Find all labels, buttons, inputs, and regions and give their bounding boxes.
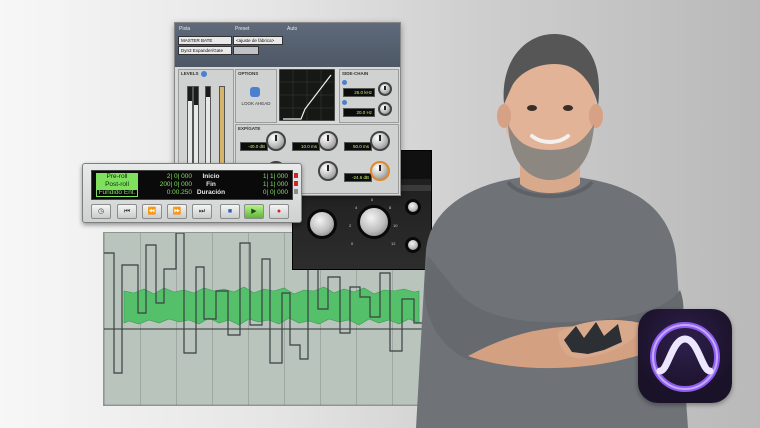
counter-row: Pre-roll 2| 0| 000 Inicio 1| 1| 000 <box>92 173 292 181</box>
record-icon: ● <box>276 208 282 215</box>
record-button[interactable]: ● <box>269 204 289 219</box>
scale-tick: 0 <box>351 241 354 246</box>
scale-tick: 10 <box>393 223 398 228</box>
go-to-end-icon: ⏭ <box>198 208 206 215</box>
fast-forward-button[interactable]: ⏩ <box>167 204 187 219</box>
counter-row: Fundido Ent. 0:00.250 Duración 0| 0| 000 <box>92 189 292 197</box>
compare-buttons[interactable] <box>233 46 259 55</box>
threshold-knob[interactable] <box>266 131 286 151</box>
fade-in-value[interactable]: 0:00.250 <box>140 189 192 197</box>
post-roll-toggle[interactable]: Post-roll <box>96 181 138 189</box>
options-panel: OPTIONS LOOK AHEAD <box>235 69 277 123</box>
rewind-button[interactable]: ⏪ <box>142 204 162 219</box>
play-button[interactable]: ▶ <box>244 204 264 219</box>
length-label: Duración <box>196 189 226 196</box>
scale-tick: 12 <box>391 241 396 246</box>
auto-label: Auto <box>287 26 298 32</box>
expgate-title: EXP/GATE <box>238 126 261 131</box>
fade-in-toggle[interactable]: Fundido Ent. <box>96 189 138 197</box>
scale-tick: 6 <box>371 197 374 202</box>
plugin-selector[interactable]: Dyn3 Expander/Gate <box>178 46 232 55</box>
options-title: OPTIONS <box>238 71 259 76</box>
pro-tools-icon <box>650 322 720 392</box>
track-label: Pista <box>179 26 191 32</box>
hold-readout[interactable]: 50.0 ms <box>344 142 372 151</box>
sc-low-knob[interactable] <box>378 102 392 116</box>
levels-title: LEVELS <box>181 71 199 76</box>
look-ahead-button[interactable] <box>250 87 260 97</box>
sc-high-knob[interactable] <box>378 82 392 96</box>
scale-tick: 2 <box>349 223 352 228</box>
rewind-icon: ⏪ <box>147 208 157 215</box>
input-knob[interactable] <box>307 209 337 239</box>
end-value[interactable]: 1| 1| 000 <box>232 181 288 189</box>
pre-roll-value[interactable]: 2| 0| 000 <box>140 173 192 181</box>
fast-forward-icon: ⏩ <box>172 208 182 215</box>
online-button[interactable]: ◷ <box>91 204 111 219</box>
transport-counter: Pre-roll 2| 0| 000 Inicio 1| 1| 000 Post… <box>91 170 293 200</box>
attack-knob[interactable] <box>318 131 338 151</box>
preset-label: Preset <box>235 26 250 32</box>
start-label: Inicio <box>202 173 220 180</box>
start-value[interactable]: 1| 1| 000 <box>232 173 288 181</box>
return-to-zero-icon: ⏮ <box>123 208 131 215</box>
go-to-end-button[interactable]: ⏭ <box>192 204 212 219</box>
counter-indicator-bottom <box>294 189 298 194</box>
length-value[interactable]: 0| 0| 000 <box>232 189 288 197</box>
threshold-readout[interactable]: -40.0 dB <box>240 142 268 151</box>
scale-tick: 4 <box>355 205 358 210</box>
output-knob[interactable] <box>357 205 391 239</box>
post-roll-value[interactable]: 200| 0| 000 <box>140 181 192 189</box>
plugin-header: Pista Preset Auto MASTER BATE Dyn3 Expan… <box>175 23 400 67</box>
track-selector[interactable]: MASTER BATE <box>178 36 232 45</box>
stop-icon: ■ <box>227 208 233 215</box>
counter-indicator-top <box>294 173 298 178</box>
transfer-curve-graph <box>279 69 335 121</box>
release-knob[interactable] <box>318 161 338 181</box>
play-icon: ▶ <box>251 208 257 215</box>
sidechain-panel: SIDE-CHAIN 25.0 kHz 20.0 Hz <box>339 69 399 123</box>
transport-window[interactable]: Pre-roll 2| 0| 000 Inicio 1| 1| 000 Post… <box>82 163 302 223</box>
return-to-zero-button[interactable]: ⏮ <box>117 204 137 219</box>
counter-row: Post-roll 200| 0| 000 Fin 1| 1| 000 <box>92 181 292 189</box>
pre-roll-toggle[interactable]: Pre-roll <box>96 173 138 181</box>
hold-knob[interactable] <box>370 131 390 151</box>
stop-button[interactable]: ■ <box>220 204 240 219</box>
attack-readout[interactable]: 10.0 ms <box>292 142 320 151</box>
clock-icon: ◷ <box>97 208 105 215</box>
sidechain-key-icon[interactable] <box>342 80 347 85</box>
sidechain-key-icon[interactable] <box>342 100 347 105</box>
waveform <box>123 286 420 326</box>
range-readout[interactable]: -24.6 dB <box>344 173 372 182</box>
sidechain-freq-high[interactable]: 25.0 kHz <box>343 88 375 97</box>
pro-tools-app-icon <box>638 309 732 403</box>
scale-tick: 8 <box>389 205 392 210</box>
levels-icon <box>201 71 207 77</box>
preset-selector[interactable]: <ajuste de fábrica> <box>233 36 283 45</box>
sidechain-title: SIDE-CHAIN <box>342 71 369 76</box>
counter-indicator-mid <box>294 181 298 186</box>
range-knob[interactable] <box>370 161 390 181</box>
look-ahead-label: LOOK AHEAD <box>241 101 271 106</box>
sidechain-freq-low[interactable]: 20.0 Hz <box>343 108 375 117</box>
end-label: Fin <box>206 181 216 188</box>
